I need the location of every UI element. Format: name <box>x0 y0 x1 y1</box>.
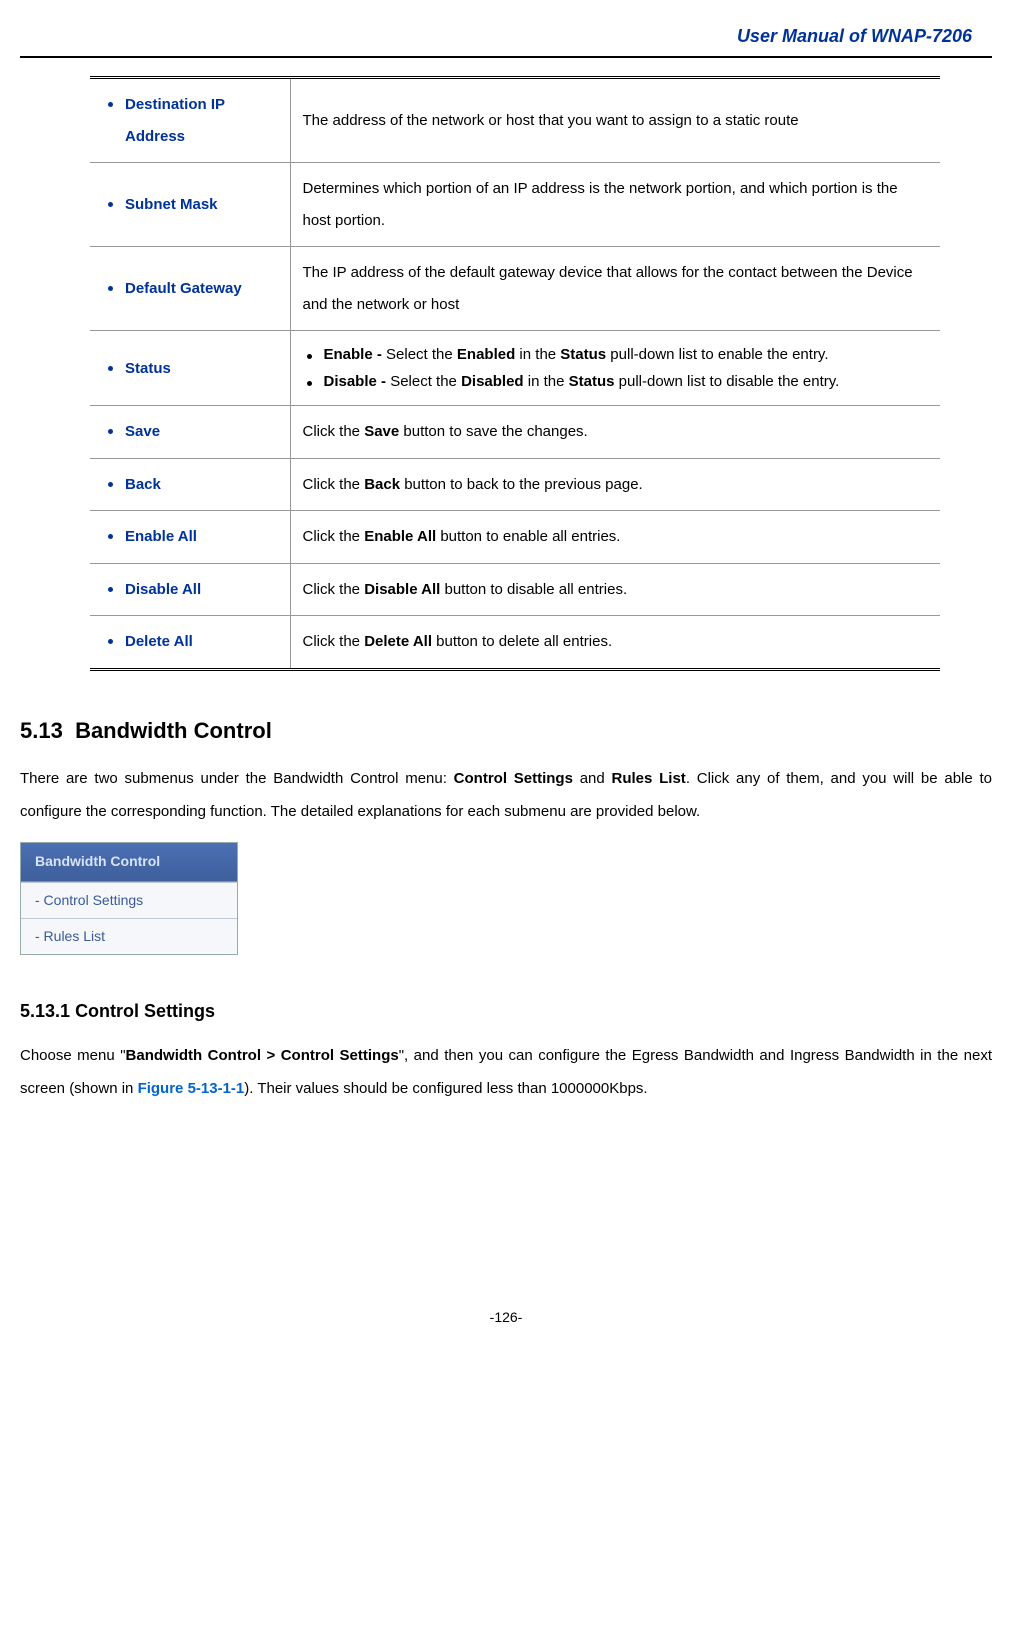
table-row: Disable All Click the Disable All button… <box>90 563 940 616</box>
param-label: Delete All <box>125 626 193 658</box>
page-number: -126- <box>20 1305 992 1330</box>
sub-bold: Disabled <box>461 373 524 390</box>
bullet-icon <box>108 534 113 539</box>
param-label: Subnet Mask <box>125 189 218 221</box>
bullet-icon <box>108 639 113 644</box>
bullet-icon <box>108 587 113 592</box>
param-desc: Click the Back button to back to the pre… <box>290 458 940 511</box>
sub-text: pull-down list to disable the entry. <box>614 373 839 390</box>
subsection-text: Choose menu "Bandwidth Control > Control… <box>20 1039 992 1105</box>
figure-reference: Figure 5-13-1-1 <box>138 1080 245 1097</box>
nav-item-control-settings[interactable]: - Control Settings <box>21 882 237 918</box>
sub-bold: Enabled <box>457 346 515 363</box>
bullet-icon <box>108 429 113 434</box>
table-row: Back Click the Back button to back to th… <box>90 458 940 511</box>
section-heading: 5.13 Bandwidth Control <box>20 711 992 751</box>
table-row: Enable All Click the Enable All button t… <box>90 511 940 564</box>
header-separator <box>20 56 992 58</box>
table-row: Destination IP Address The address of th… <box>90 78 940 163</box>
sub-text: Select the <box>390 373 461 390</box>
param-label: Destination IP Address <box>125 89 278 152</box>
param-label: Disable All <box>125 574 201 606</box>
bullet-icon <box>307 381 312 386</box>
subsection-heading: 5.13.1 Control Settings <box>20 995 992 1027</box>
bullet-icon <box>108 286 113 291</box>
sub-prefix: Disable - <box>324 373 391 390</box>
param-desc: Click the Delete All button to delete al… <box>290 616 940 670</box>
table-row: Subnet Mask Determines which portion of … <box>90 163 940 247</box>
param-desc: Click the Save button to save the change… <box>290 406 940 459</box>
param-desc: The address of the network or host that … <box>290 78 940 163</box>
param-desc: Click the Disable All button to disable … <box>290 563 940 616</box>
parameter-table: Destination IP Address The address of th… <box>90 76 940 671</box>
table-row: Delete All Click the Delete All button t… <box>90 616 940 670</box>
page-header-title: User Manual of WNAP-7206 <box>20 20 992 52</box>
param-desc: Click the Enable All button to enable al… <box>290 511 940 564</box>
bullet-icon <box>307 354 312 359</box>
section-intro: There are two submenus under the Bandwid… <box>20 762 992 828</box>
table-row: Default Gateway The IP address of the de… <box>90 247 940 331</box>
param-desc: Enable - Select the Enabled in the Statu… <box>290 331 940 406</box>
bullet-icon <box>108 366 113 371</box>
param-label: Save <box>125 416 160 448</box>
nav-head: Bandwidth Control <box>21 843 237 881</box>
bullet-icon <box>108 482 113 487</box>
bullet-icon <box>108 102 113 107</box>
nav-widget: Bandwidth Control - Control Settings - R… <box>20 842 238 955</box>
param-desc: Determines which portion of an IP addres… <box>290 163 940 247</box>
sub-text: pull-down list to enable the entry. <box>606 346 828 363</box>
sub-prefix: Enable - <box>324 346 387 363</box>
bullet-icon <box>108 202 113 207</box>
param-desc: The IP address of the default gateway de… <box>290 247 940 331</box>
table-row: Save Click the Save button to save the c… <box>90 406 940 459</box>
sub-text: Select the <box>386 346 457 363</box>
sub-bold: Status <box>560 346 606 363</box>
param-label: Back <box>125 469 161 501</box>
param-label: Default Gateway <box>125 273 242 305</box>
table-row: Status Enable - Select the Enabled in th… <box>90 331 940 406</box>
param-label: Status <box>125 353 171 385</box>
sub-bold: Status <box>569 373 615 390</box>
sub-text: in the <box>515 346 560 363</box>
sub-text: in the <box>524 373 569 390</box>
nav-item-rules-list[interactable]: - Rules List <box>21 918 237 954</box>
param-label: Enable All <box>125 521 197 553</box>
